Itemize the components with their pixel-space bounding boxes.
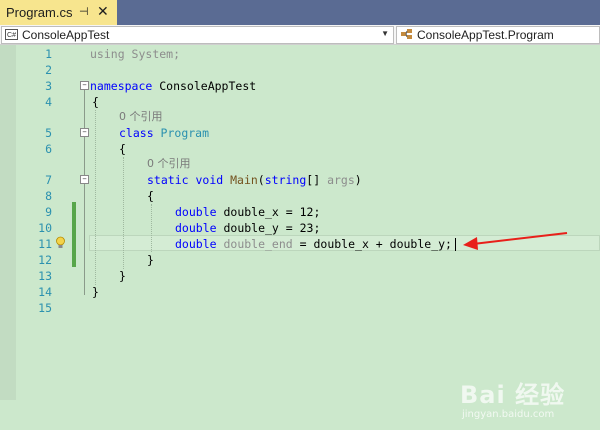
line-number: 3 bbox=[45, 79, 52, 93]
brace: } bbox=[92, 285, 99, 299]
code-text: ( bbox=[257, 173, 265, 187]
line-number: 2 bbox=[45, 63, 52, 77]
baidu-watermark: Bai 经验 jingyan.baidu.com bbox=[440, 375, 600, 430]
code-line-7: static void Main(string[] args) bbox=[147, 172, 362, 188]
changed-lines-bar bbox=[72, 202, 76, 267]
line-number: 13 bbox=[38, 269, 52, 283]
indent-guide bbox=[95, 110, 96, 285]
project-dropdown[interactable]: C# ConsoleAppTest ▼ bbox=[1, 26, 394, 44]
annotation-arrow-icon bbox=[463, 232, 568, 250]
project-dropdown-label: ConsoleAppTest bbox=[22, 28, 110, 42]
class-icon bbox=[400, 27, 414, 44]
keyword: double bbox=[175, 237, 217, 251]
keyword: string bbox=[264, 173, 307, 187]
code-editor[interactable]: 1 2 3 4 5 6 7 8 9 10 11 12 13 14 15 − − … bbox=[0, 45, 600, 420]
class-dropdown-label: ConsoleAppTest.Program bbox=[417, 28, 554, 42]
code-line-1: using System; bbox=[90, 46, 180, 62]
close-icon[interactable]: ✕ bbox=[97, 3, 109, 20]
line-number: 1 bbox=[45, 47, 52, 61]
watermark-brand: Bai 经验 bbox=[460, 381, 566, 409]
line-number: 12 bbox=[38, 253, 52, 267]
pin-icon[interactable]: ⊣ bbox=[79, 5, 89, 18]
lightbulb-icon[interactable] bbox=[55, 236, 66, 252]
parameter-name: args bbox=[327, 173, 355, 187]
codelens-references[interactable]: 0 个引用 bbox=[147, 156, 191, 172]
line-number: 4 bbox=[45, 95, 52, 109]
indicator-margin bbox=[0, 45, 16, 400]
line-number: 6 bbox=[45, 142, 52, 156]
line-number: 15 bbox=[38, 301, 52, 315]
class-name: Program bbox=[153, 126, 210, 140]
keyword: void bbox=[188, 173, 224, 187]
code-line-14: } bbox=[92, 284, 99, 300]
code-text: = double_x + double_y; bbox=[292, 237, 452, 251]
code-text: double_x = 12; bbox=[216, 205, 321, 219]
code-line-8: { bbox=[147, 188, 154, 204]
indent-guide bbox=[123, 157, 124, 269]
code-line-10: double double_y = 23; bbox=[175, 220, 320, 236]
line-number: 11 bbox=[38, 237, 52, 251]
keyword: double bbox=[175, 221, 217, 235]
code-line-9: double double_x = 12; bbox=[175, 204, 320, 220]
collapse-namespace-icon[interactable]: − bbox=[80, 81, 89, 90]
keyword: double bbox=[175, 205, 217, 219]
collapse-class-icon[interactable]: − bbox=[80, 128, 89, 137]
code-text: double_y = 23; bbox=[216, 221, 321, 235]
brace: { bbox=[147, 189, 154, 203]
keyword: namespace bbox=[90, 79, 153, 93]
codelens-references[interactable]: 0 个引用 bbox=[119, 109, 163, 125]
code-line-13: } bbox=[119, 268, 126, 284]
indent-guide bbox=[151, 204, 152, 252]
keyword: class bbox=[119, 126, 154, 140]
code-line-5: class Program bbox=[119, 125, 209, 141]
line-number: 9 bbox=[45, 205, 52, 219]
code-line-11: double double_end = double_x + double_y; bbox=[175, 236, 452, 252]
csharp-project-icon: C# bbox=[5, 29, 18, 40]
document-tab-bar: Program.cs ⊣ ✕ bbox=[0, 0, 600, 25]
code-text: ) bbox=[354, 173, 362, 187]
code-line-3: namespace ConsoleAppTest bbox=[90, 78, 256, 94]
code-line-6: { bbox=[119, 141, 126, 157]
method-name: Main bbox=[223, 173, 258, 187]
code-line-12: } bbox=[147, 252, 154, 268]
line-number: 7 bbox=[45, 173, 52, 187]
brace: { bbox=[119, 142, 126, 156]
outline-line bbox=[84, 90, 85, 295]
keyword: static bbox=[147, 173, 189, 187]
keyword: using bbox=[90, 47, 125, 61]
code-text: ConsoleAppTest bbox=[152, 79, 257, 93]
line-number: 5 bbox=[45, 126, 52, 140]
code-text: [] bbox=[306, 173, 328, 187]
chevron-down-icon: ▼ bbox=[381, 29, 389, 38]
watermark-url: jingyan.baidu.com bbox=[462, 409, 555, 420]
unused-variable: double_end bbox=[216, 237, 293, 251]
line-number: 10 bbox=[38, 221, 52, 235]
code-line-4: { bbox=[92, 94, 99, 110]
tab-title: Program.cs bbox=[6, 5, 73, 20]
brace: { bbox=[92, 95, 99, 109]
class-dropdown[interactable]: ConsoleAppTest.Program bbox=[396, 26, 600, 44]
brace: } bbox=[147, 253, 154, 267]
navigation-bar: C# ConsoleAppTest ▼ ConsoleAppTest.Progr… bbox=[0, 25, 600, 45]
tab-program-cs[interactable]: Program.cs ⊣ ✕ bbox=[0, 0, 117, 25]
code-text: System; bbox=[124, 47, 181, 61]
line-number: 8 bbox=[45, 189, 52, 203]
collapse-method-icon[interactable]: − bbox=[80, 175, 89, 184]
brace: } bbox=[119, 269, 126, 283]
line-number: 14 bbox=[38, 285, 52, 299]
